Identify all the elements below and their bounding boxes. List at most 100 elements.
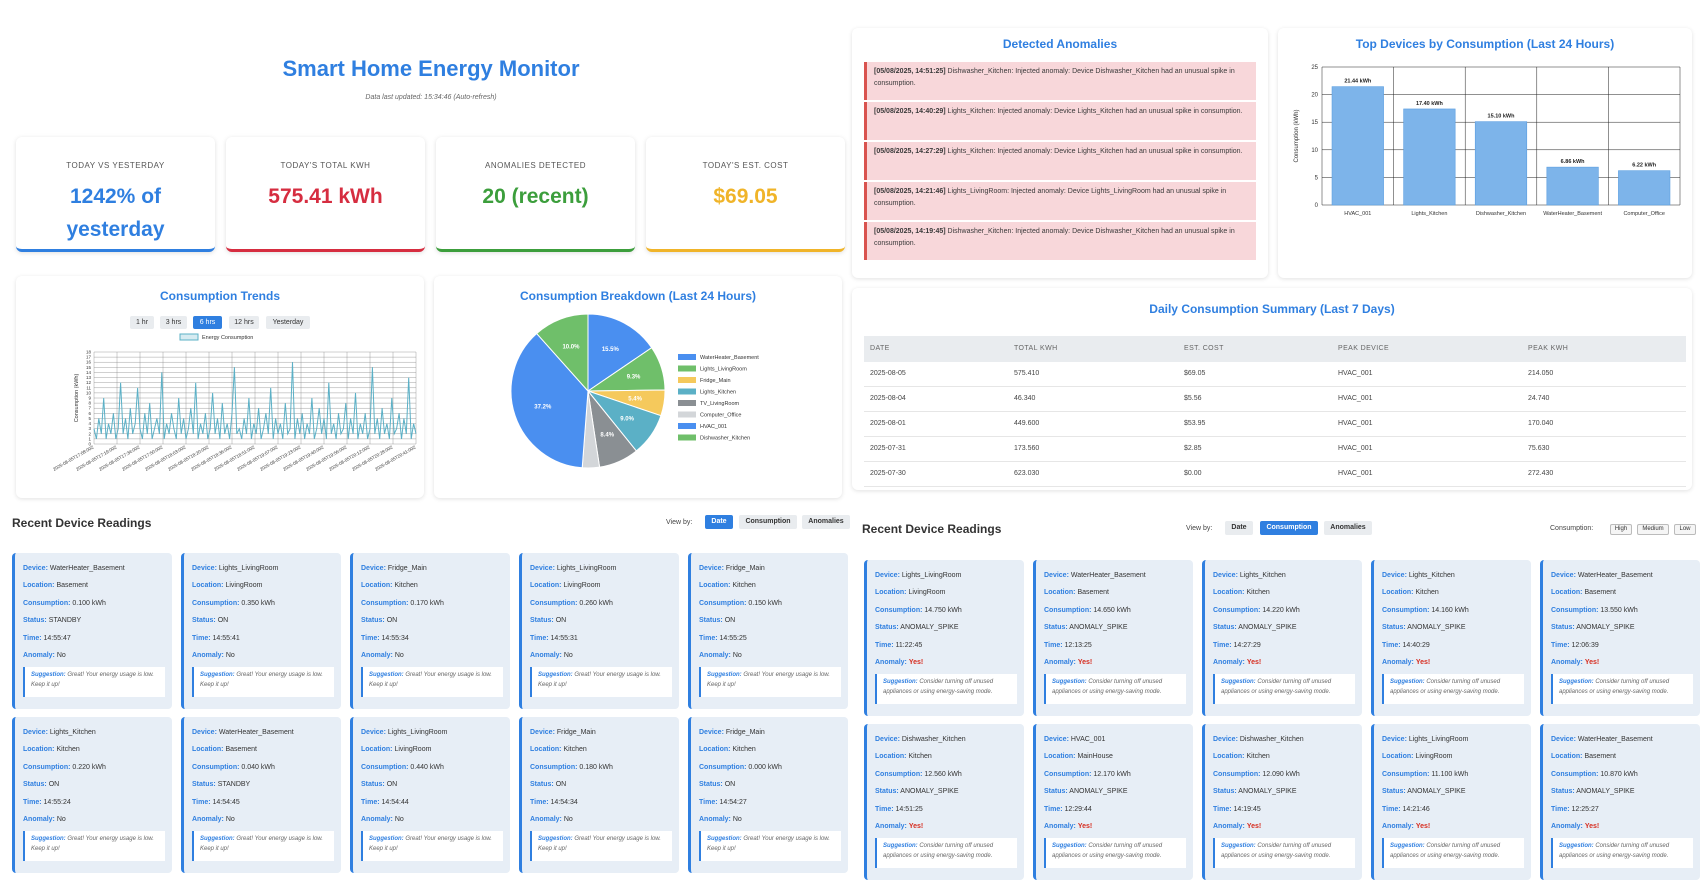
anomaly-time: [05/08/2025, 14:40:29] [874,108,946,115]
reading-field-label: Time: [1551,805,1570,813]
anomaly-item[interactable]: [05/08/2025, 14:19:45] Dishwasher_Kitche… [864,222,1256,260]
reading-card[interactable]: Device: Dishwasher_Kitchen Location: Kitc… [864,724,1024,880]
reading-card[interactable]: Device: Lights_Kitchen Location: Kitchen C… [1371,560,1531,716]
anomaly-item[interactable]: [05/08/2025, 14:21:46] Lights_LivingRoom… [864,182,1256,220]
reading-device-line: Device: WaterHeater_Basement [1551,731,1693,748]
reading-field-label: Device: [530,565,555,572]
view-by-anomalies-button[interactable]: Anomalies [802,515,850,529]
suggestion-label: Suggestion: [369,672,404,679]
reading-card[interactable]: Device: WaterHeater_Basement Location: Ba… [181,717,341,873]
range-button-6hrs[interactable]: 6 hrs [193,316,222,329]
line-x-tick: 2025-08-05T19:07:00Z [236,444,279,471]
reading-card[interactable]: Device: WaterHeater_Basement Location: Ba… [1540,724,1700,880]
bar-value-label: 21.44 kWh [1344,79,1372,85]
view-by-consumption-button[interactable]: Consumption [1260,521,1318,535]
reading-device-value: Lights_LivingRoom [901,572,962,579]
reading-anomaly-line: Anomaly: No [361,647,503,664]
reading-field-label: Consumption: [1044,770,1092,778]
reading-suggestion: Suggestion: Consider turning off unused … [1551,674,1693,705]
summary-table-cell: $69.05 [1184,370,1206,377]
reading-field-label: Status: [875,788,899,796]
reading-device-line: Device: Lights_LivingRoom [192,560,334,577]
anomaly-item[interactable]: [05/08/2025, 14:51:25] Dishwasher_Kitche… [864,62,1256,100]
reading-field-label: Location: [699,582,731,590]
bar-Computer_Office[interactable] [1618,170,1671,206]
reading-card[interactable]: Device: Lights_LivingRoom Location: Livin… [519,553,679,709]
bar-WaterHeater_Basement[interactable] [1546,166,1599,206]
reading-card[interactable]: Device: WaterHeater_Basement Location: Ba… [1540,560,1700,716]
table-row-divider [864,436,1686,437]
reading-status-value: ON [217,617,229,625]
suggestion-label: Suggestion: [200,672,235,679]
bar-category-label: Computer_Office [1623,211,1664,217]
range-button-12hrs[interactable]: 12 hrs [229,316,259,329]
reading-card[interactable]: Device: Fridge_Main Location: Kitchen Cons… [688,553,848,709]
reading-device-value: Fridge_Main [387,565,427,572]
reading-device-line: Device: Lights_LivingRoom [875,567,1017,584]
reading-status-line: Status: ANOMALY_SPIKE [1551,619,1693,636]
reading-location-line: Location: Kitchen [699,741,841,758]
reading-card[interactable]: Device: WaterHeater_Basement Location: Ba… [1033,560,1193,716]
bar-HVAC_001[interactable] [1331,86,1384,206]
reading-anomaly-line: Anomaly: Yes! [1382,818,1524,835]
summary-table-cell: 214.050 [1528,370,1554,377]
reading-location-line: Location: Kitchen [1213,748,1355,765]
reading-card[interactable]: Device: Lights_LivingRoom Location: Livin… [1371,724,1531,880]
reading-card[interactable]: Device: Fridge_Main Location: Kitchen Cons… [350,553,510,709]
reading-card[interactable]: Device: Lights_Kitchen Location: Kitchen C… [12,717,172,873]
reading-anomaly-line: Anomaly: Yes! [1551,654,1693,671]
reading-field-label: Time: [1213,641,1232,649]
bar-Lights_Kitchen[interactable] [1403,108,1456,206]
table-row-divider [864,486,1686,487]
table-row-divider [864,386,1686,387]
readings-title: Recent Device Readings [862,522,1002,536]
reading-anomaly-line: Anomaly: Yes! [1213,654,1355,671]
consumption-low-button[interactable]: Low [1674,524,1696,535]
reading-card[interactable]: Device: WaterHeater_Basement Location: Ba… [12,553,172,709]
reading-field-label: Status: [1044,788,1068,796]
view-by-consumption-button[interactable]: Consumption [739,515,797,529]
consumption-high-button[interactable]: High [1610,524,1632,535]
reading-time-value: 14:51:25 [895,805,923,813]
reading-anomaly-value: Yes! [1584,823,1600,831]
reading-status-line: Status: ANOMALY_SPIKE [1044,783,1186,800]
view-by-anomalies-button[interactable]: Anomalies [1324,521,1372,535]
reading-status-value: ON [555,617,567,625]
bar-category-label: Dishwasher_Kitchen [1476,211,1526,217]
summary-header-cell: PEAK KWH [1528,345,1569,352]
reading-card[interactable]: Device: Lights_Kitchen Location: Kitchen C… [1202,560,1362,716]
reading-field-label: Status: [875,624,899,632]
view-by-date-button[interactable]: Date [1225,521,1253,535]
reading-card[interactable]: Device: Lights_LivingRoom Location: Livin… [864,560,1024,716]
reading-field-label: Status: [23,781,47,789]
reading-card[interactable]: Device: Dishwasher_Kitchen Location: Kitc… [1202,724,1362,880]
reading-card[interactable]: Device: Lights_LivingRoom Location: Livin… [350,717,510,873]
view-by-date-button[interactable]: Date [705,515,733,529]
pie-legend-swatch [678,411,696,418]
reading-field-label: Device: [699,565,724,572]
anomaly-item[interactable]: [05/08/2025, 14:27:29] Lights_Kitchen: I… [864,142,1256,180]
bar-category-label: WaterHeater_Basement [1543,211,1602,217]
summary-table-cell: HVAC_001 [1338,370,1373,377]
consumption-medium-button[interactable]: Medium [1637,524,1669,535]
pie-slice-label: 5.4% [628,396,642,402]
reading-field-label: Location: [530,746,562,754]
range-button-3hrs[interactable]: 3 hrs [160,316,187,329]
reading-card[interactable]: Device: Lights_LivingRoom Location: Livin… [181,553,341,709]
reading-field-label: Time: [1382,805,1401,813]
reading-card[interactable]: Device: Fridge_Main Location: Kitchen Cons… [688,717,848,873]
pie-slice-label: 9.3% [627,375,641,381]
bar-Dishwasher_Kitchen[interactable] [1474,121,1528,206]
range-button-yesterday[interactable]: Yesterday [266,316,310,329]
reading-field-label: Device: [699,729,724,736]
summary-table-cell: 2025-08-05 [870,370,906,377]
reading-anomaly-value: No [225,816,235,824]
reading-time-value: 14:40:29 [1402,641,1430,649]
range-button-1hr[interactable]: 1 hr [130,316,154,329]
anomaly-item[interactable]: [05/08/2025, 14:40:29] Lights_Kitchen: I… [864,102,1256,140]
reading-card[interactable]: Device: Fridge_Main Location: Kitchen Cons… [519,717,679,873]
reading-card[interactable]: Device: HVAC_001 Location: MainHouse Consu… [1033,724,1193,880]
reading-status-line: Status: ANOMALY_SPIKE [875,783,1017,800]
summary-table-cell: 2025-07-30 [870,470,906,477]
reading-location-value: MainHouse [1077,753,1113,761]
